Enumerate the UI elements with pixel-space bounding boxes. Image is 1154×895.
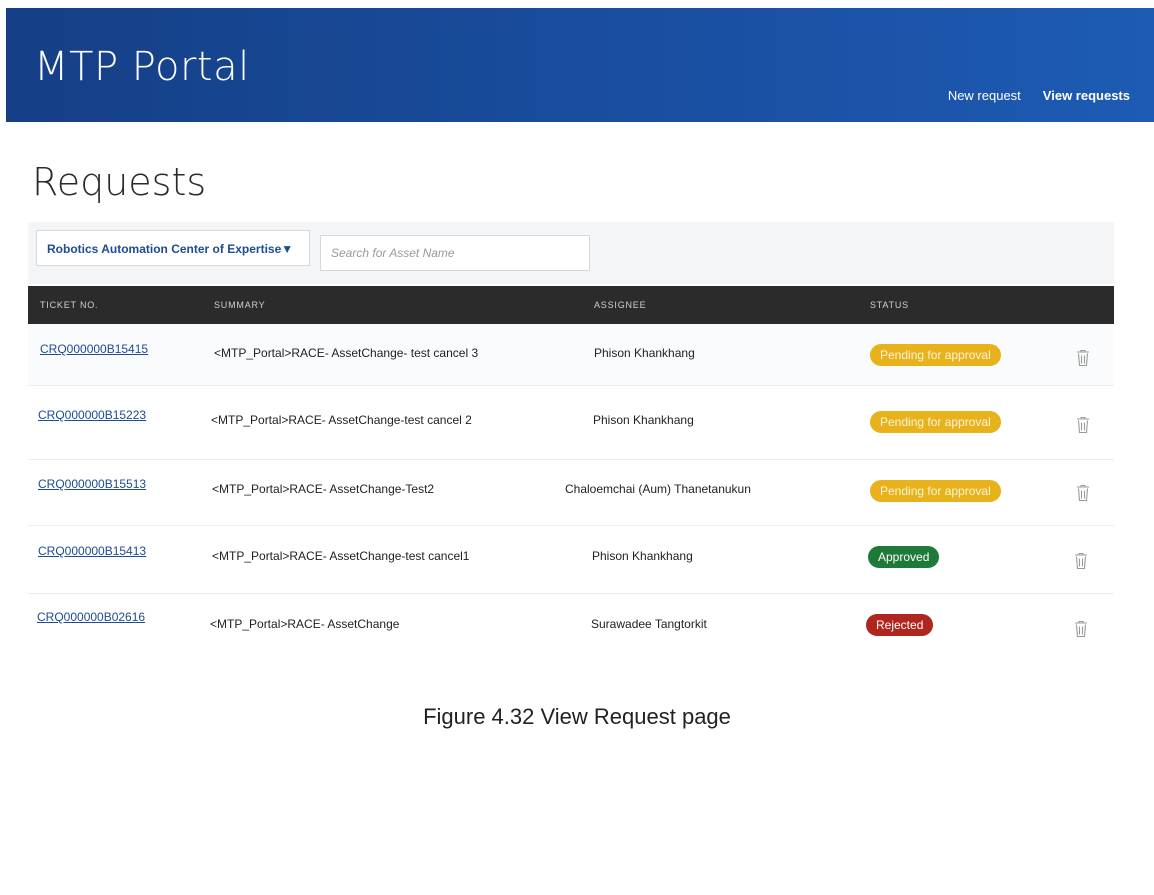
table-row: CRQ000000B02616 <MTP_Portal>RACE- AssetC…	[28, 594, 1114, 660]
nav-view-requests[interactable]: View requests	[1043, 88, 1130, 103]
column-status: STATUS	[870, 300, 909, 310]
table-row: CRQ000000B15415 <MTP_Portal>RACE- AssetC…	[28, 324, 1114, 386]
ticket-link[interactable]: CRQ000000B15223	[38, 408, 146, 422]
summary-text: <MTP_Portal>RACE- AssetChange-Test2	[212, 482, 435, 496]
column-ticket-no: TICKET NO.	[40, 300, 99, 310]
ticket-link[interactable]: CRQ000000B15413	[38, 544, 146, 558]
ticket-link[interactable]: CRQ000000B15513	[38, 477, 146, 491]
summary-text: <MTP_Portal>RACE- AssetChange	[210, 617, 400, 631]
status-badge: Approved	[868, 546, 940, 568]
ticket-link[interactable]: CRQ000000B15415	[40, 342, 148, 356]
column-summary: SUMMARY	[214, 300, 266, 310]
assignee-text: Surawadee Tangtorkit	[591, 617, 707, 631]
summary-text: <MTP_Portal>RACE- AssetChange-test cance…	[211, 413, 472, 427]
figure-label: Figure 4.32	[423, 704, 535, 729]
trash-icon[interactable]	[1076, 349, 1090, 367]
assignee-text: Phison Khankhang	[594, 346, 695, 360]
status-badge: Pending for approval	[870, 411, 1001, 433]
app-title: MTP Portal	[34, 44, 250, 90]
assignee-text: Phison Khankhang	[593, 413, 694, 427]
status-badge: Rejected	[866, 614, 934, 636]
status-badge: Pending for approval	[870, 344, 1001, 366]
trash-icon[interactable]	[1074, 620, 1088, 638]
app-header: MTP Portal New request View requests	[6, 8, 1154, 122]
status-badge: Pending for approval	[870, 480, 1001, 502]
filter-bar: Robotics Automation Center of Expertise▼	[28, 222, 1114, 284]
department-dropdown[interactable]: Robotics Automation Center of Expertise▼	[36, 230, 310, 266]
table-header: TICKET NO. SUMMARY ASSIGNEE STATUS	[28, 286, 1114, 324]
page-title: Requests	[32, 160, 207, 204]
summary-text: <MTP_Portal>RACE- AssetChange-test cance…	[212, 549, 470, 563]
table-row: CRQ000000B15223 <MTP_Portal>RACE- AssetC…	[28, 386, 1114, 460]
table-row: CRQ000000B15413 <MTP_Portal>RACE- AssetC…	[28, 526, 1114, 594]
ticket-link[interactable]: CRQ000000B02616	[37, 610, 145, 624]
nav-new-request[interactable]: New request	[948, 88, 1021, 103]
trash-icon[interactable]	[1074, 552, 1088, 570]
trash-icon[interactable]	[1076, 416, 1090, 434]
top-nav: New request View requests	[948, 88, 1130, 103]
column-assignee: ASSIGNEE	[594, 300, 647, 310]
table-row: CRQ000000B15513 <MTP_Portal>RACE- AssetC…	[28, 460, 1114, 526]
search-input[interactable]	[320, 235, 590, 271]
assignee-text: Chaloemchai (Aum) Thanetanukun	[565, 482, 751, 496]
figure-text: View Request page	[540, 704, 731, 729]
summary-text: <MTP_Portal>RACE- AssetChange- test canc…	[214, 346, 479, 360]
trash-icon[interactable]	[1076, 484, 1090, 502]
figure-caption: Figure 4.32 View Request page	[0, 704, 1154, 730]
assignee-text: Phison Khankhang	[592, 549, 693, 563]
